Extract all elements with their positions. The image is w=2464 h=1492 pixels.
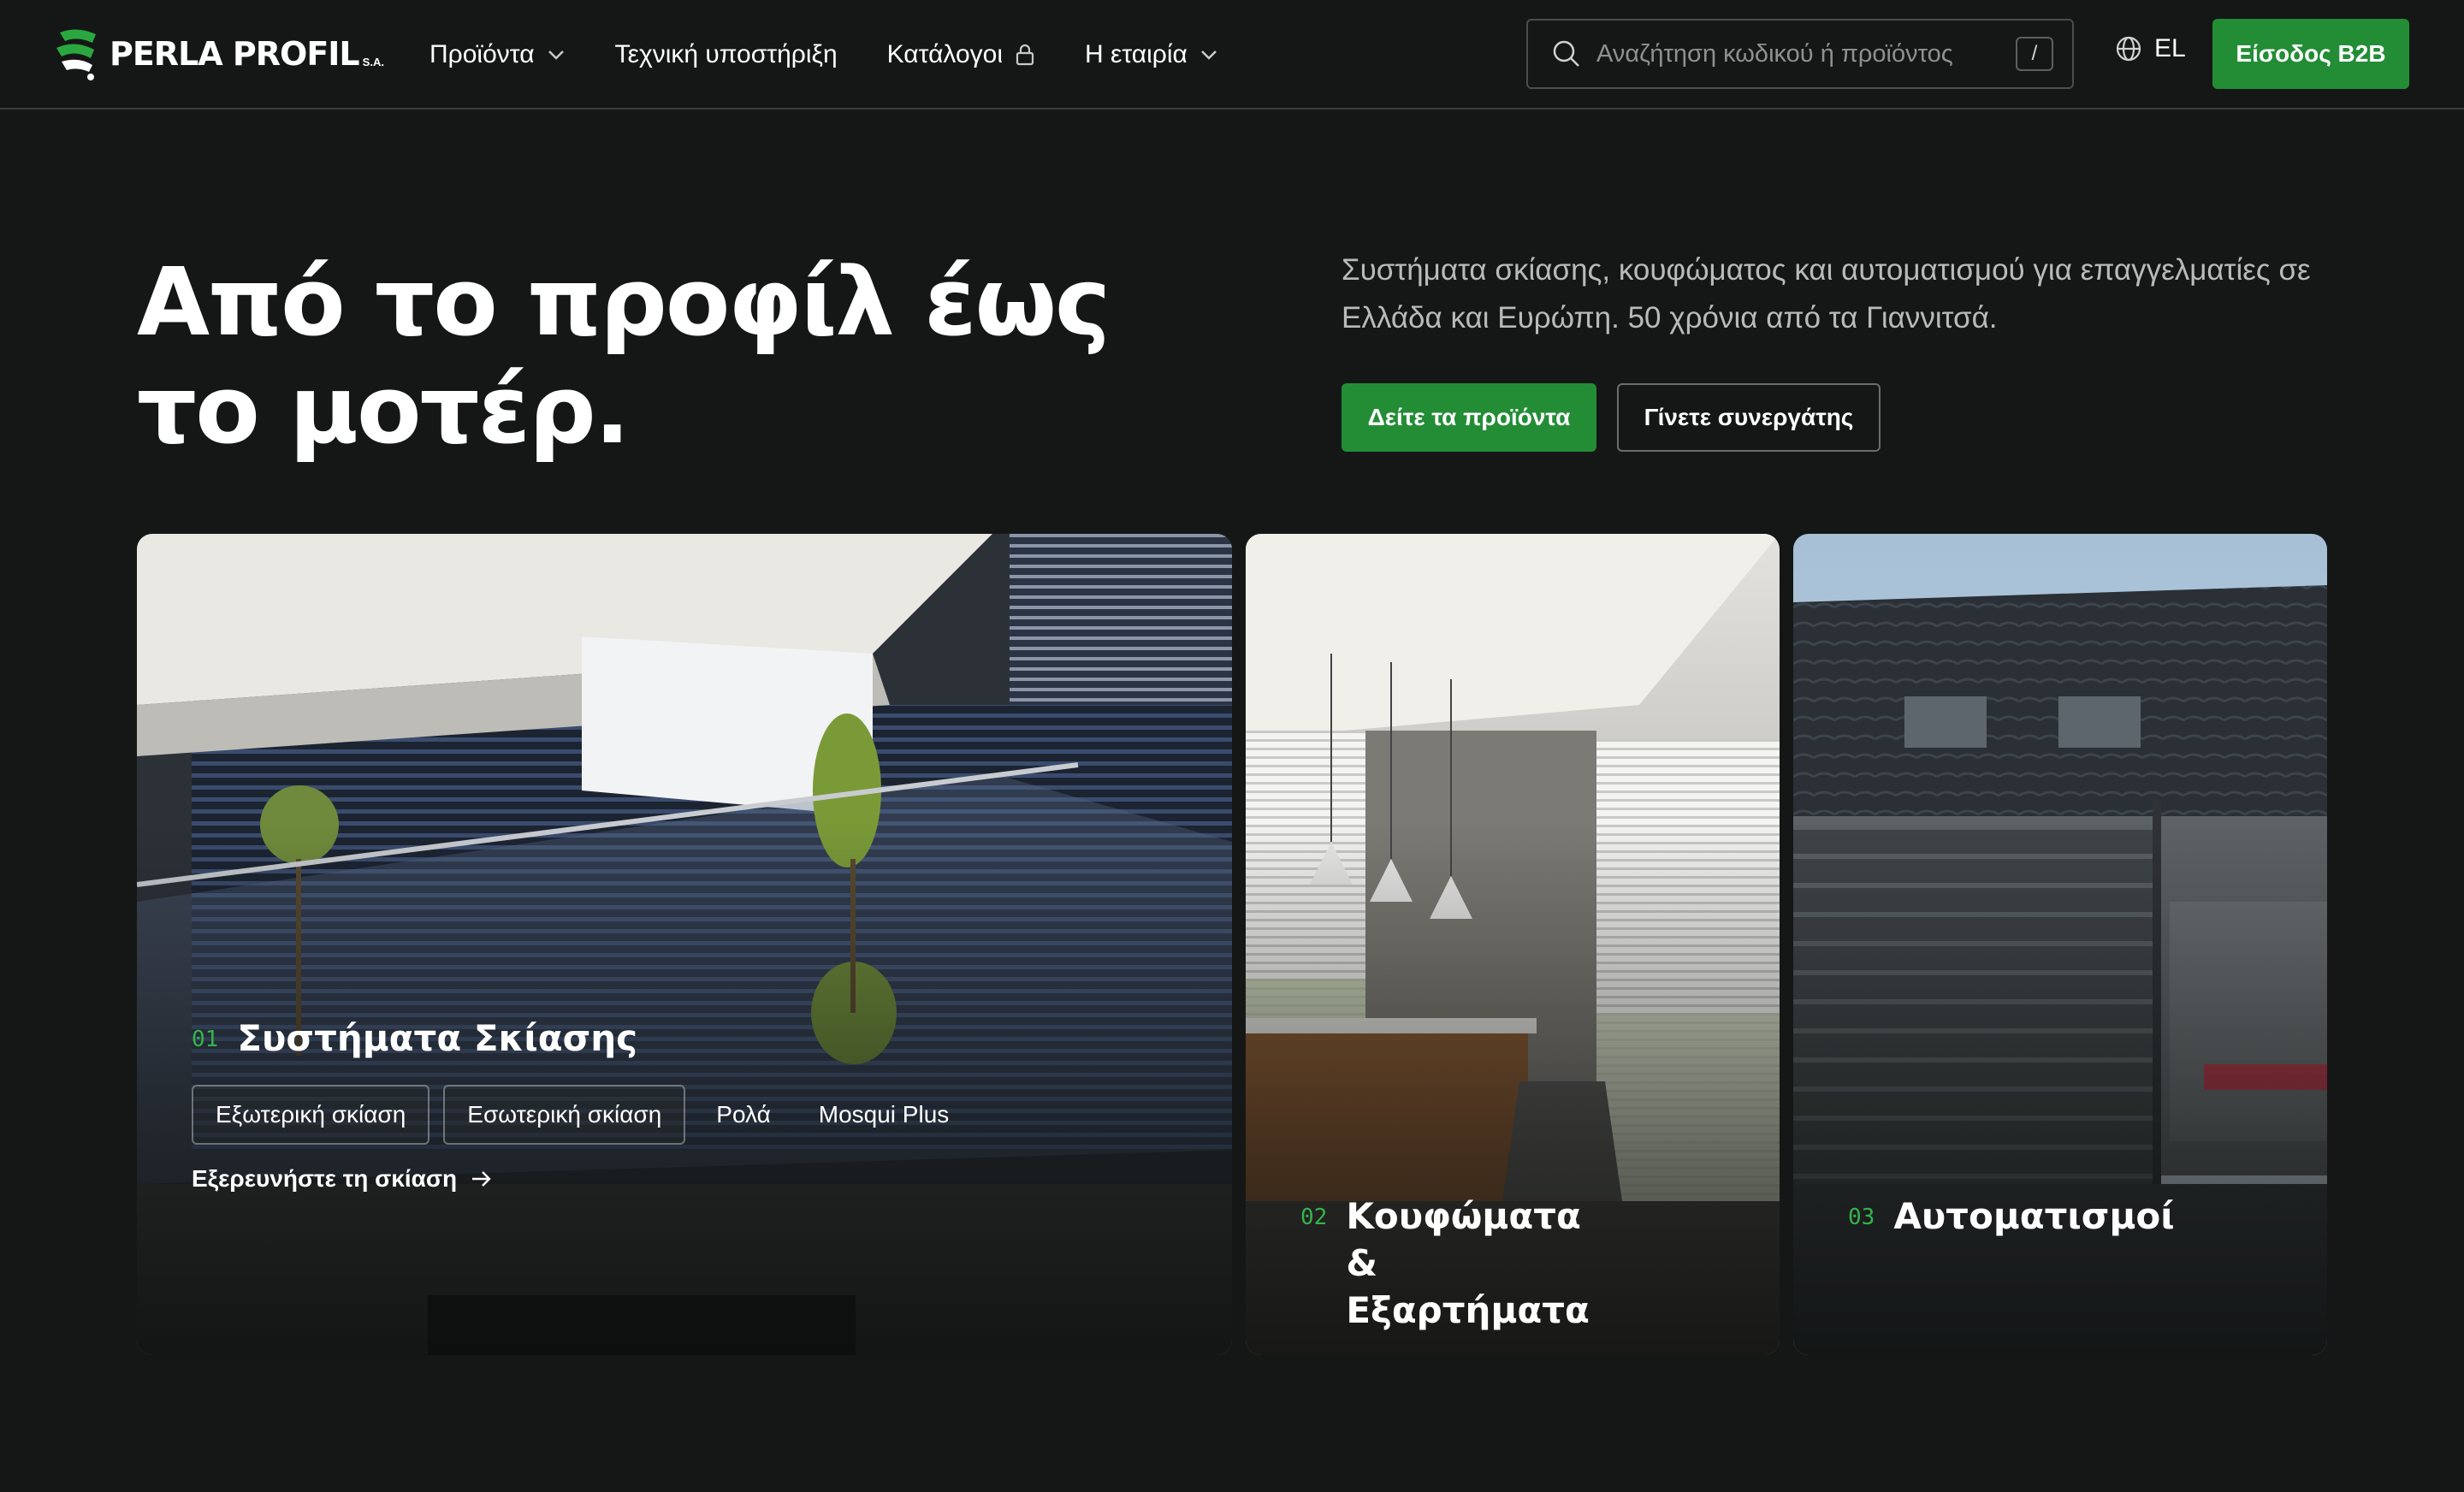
card-heading: 01 Συστήματα Σκίασης	[192, 1015, 637, 1062]
site-header: PERLA PROFIL S.A. Προϊόντα Τεχνική υποστ…	[0, 0, 2464, 110]
card-title: Συστήματα Σκίασης	[237, 1017, 638, 1059]
hero-description: Συστήματα σκίασης, κουφώματος και αυτομα…	[1342, 253, 2311, 335]
lock-icon	[1016, 44, 1034, 66]
category-card-shading[interactable]: 01 Συστήματα Σκίασης Εξωτερική σκίαση Εσ…	[137, 534, 1232, 1355]
nav-item-label: Τεχνική υποστήριξη	[614, 40, 838, 68]
card-title: Κουφώματα & Εξαρτήματα	[1346, 1195, 1590, 1331]
category-card-frames[interactable]: 02 Κουφώματα & Εξαρτήματα	[1246, 534, 1780, 1355]
nav-item-catalogs[interactable]: Κατάλογοι	[887, 40, 1035, 69]
globe-icon	[2116, 36, 2141, 62]
nav-item-label: Κατάλογοι	[886, 40, 1003, 68]
hero-title: Από το προφίλ έως το μοτέρ.	[137, 247, 1111, 465]
card-heading: 03 Αυτοματισμοί	[1848, 1193, 2175, 1240]
chevron-down-icon	[548, 50, 564, 60]
logo-suffix: S.A.	[362, 55, 384, 68]
logo-mark-icon	[56, 29, 96, 80]
card-shade	[137, 534, 1232, 1355]
view-products-button[interactable]: Δείτε τα προϊόντα	[1342, 383, 1596, 452]
explore-link-label: Εξερευνήστε τη σκίαση	[192, 1165, 458, 1192]
card-number: 03	[1848, 1205, 1875, 1230]
main-nav: Προϊόντα Τεχνική υποστήριξη Κατάλογοι Η …	[429, 0, 1268, 110]
card-title: Αυτοματισμοί	[1893, 1195, 2175, 1237]
language-selector[interactable]: EL	[2115, 34, 2186, 63]
chip-mosqui-plus[interactable]: Mosqui Plus	[802, 1085, 967, 1145]
language-label: EL	[2154, 34, 2186, 62]
search-input[interactable]	[1596, 39, 2016, 68]
nav-item-technical-support[interactable]: Τεχνική υποστήριξη	[615, 40, 838, 69]
search-icon	[1553, 40, 1579, 67]
nav-item-label: Προϊόντα	[429, 40, 535, 68]
category-card-automations[interactable]: 03 Αυτοματισμοί	[1793, 534, 2327, 1355]
nav-item-company[interactable]: Η εταιρία	[1085, 40, 1218, 69]
explore-shading-link[interactable]: Εξερευνήστε τη σκίαση	[192, 1165, 493, 1193]
chip-exterior-shading[interactable]: Εξωτερική σκίαση	[192, 1085, 430, 1145]
arrow-right-icon	[472, 1171, 491, 1187]
nav-item-label: Η εταιρία	[1085, 40, 1188, 68]
page: PERLA PROFIL S.A. Προϊόντα Τεχνική υποστ…	[0, 0, 2464, 1492]
chip-rolls[interactable]: Ρολά	[699, 1085, 787, 1145]
logo[interactable]: PERLA PROFIL S.A.	[53, 26, 384, 82]
b2b-login-button[interactable]: Είσοδος B2B	[2212, 19, 2409, 89]
chevron-down-icon	[1201, 50, 1217, 60]
nav-item-products[interactable]: Προϊόντα	[429, 40, 566, 69]
card-number: 01	[192, 1027, 219, 1052]
card-heading: 02 Κουφώματα & Εξαρτήματα	[1300, 1193, 1620, 1334]
shading-chip-list: Εξωτερική σκίαση Εσωτερική σκίαση Ρολά M…	[192, 1085, 980, 1145]
logo-text: PERLA PROFIL	[110, 35, 360, 73]
chip-interior-shading[interactable]: Εσωτερική σκίαση	[443, 1085, 686, 1145]
become-partner-button[interactable]: Γίνετε συνεργάτης	[1617, 383, 1881, 452]
search-shortcut-hint: /	[2016, 37, 2053, 71]
search-box[interactable]: /	[1526, 19, 2074, 89]
card-number: 02	[1300, 1205, 1328, 1230]
